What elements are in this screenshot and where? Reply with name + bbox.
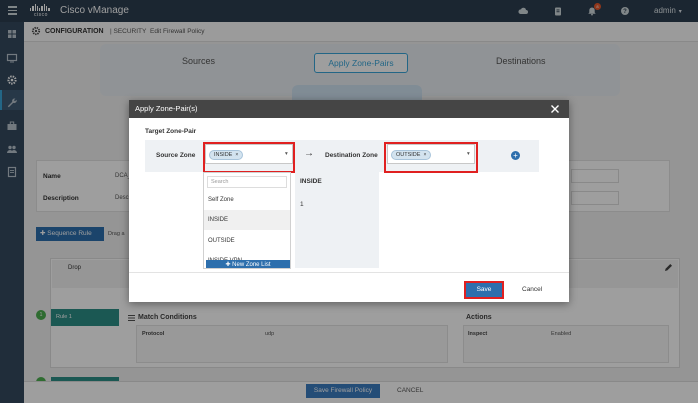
add-zone-pair-icon[interactable]: + [511, 151, 520, 160]
destination-zone-label: Destination Zone [325, 152, 378, 159]
highlight-source-zone [203, 142, 295, 173]
source-zone-dropdown: Search Self Zone INSIDE OUTSIDE INSIDE V… [203, 172, 291, 269]
dialog-header: Apply Zone-Pair(s) [129, 100, 569, 118]
target-zone-pair-heading: Target Zone-Pair [145, 128, 197, 135]
cancel-button[interactable]: Cancel [522, 286, 542, 293]
apply-zone-pairs-dialog: Apply Zone-Pair(s) Target Zone-Pair Sour… [129, 100, 569, 302]
new-zone-list-button[interactable]: ✚ New Zone List [206, 260, 290, 268]
arrow-right-icon: → [304, 148, 314, 159]
highlight-destination-zone [384, 142, 478, 173]
zone-detail-value: 1 [300, 201, 304, 208]
dropdown-item[interactable]: OUTSIDE [204, 231, 290, 251]
dropdown-item[interactable]: INSIDE [204, 210, 290, 230]
zone-detail-header: INSIDE [300, 178, 322, 185]
dialog-title: Apply Zone-Pair(s) [135, 104, 198, 113]
dropdown-item[interactable]: Self Zone [204, 190, 290, 210]
dialog-footer-divider [129, 272, 569, 273]
highlight-save-button [464, 281, 504, 299]
source-zone-label: Source Zone [156, 152, 196, 159]
zone-search-input[interactable]: Search [207, 176, 287, 188]
close-icon[interactable] [549, 103, 561, 115]
zone-detail-panel: INSIDE 1 [295, 172, 379, 268]
